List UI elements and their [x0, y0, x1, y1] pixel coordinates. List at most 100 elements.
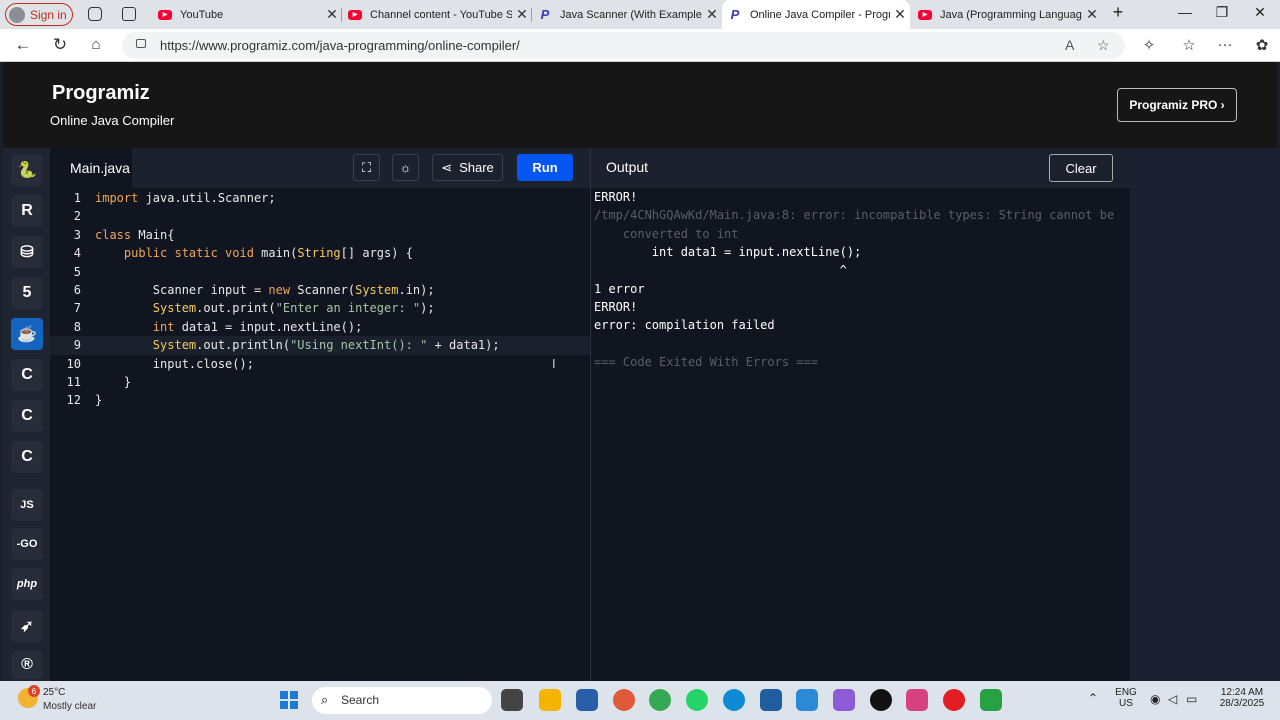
weather-badge: 6: [28, 685, 40, 697]
rust-icon[interactable]: ®: [11, 651, 43, 679]
search-label: Search: [341, 693, 380, 707]
start-button[interactable]: [280, 691, 298, 709]
minimize-icon[interactable]: —: [1170, 4, 1200, 20]
clock[interactable]: 12:24 AM 28/3/2025: [1212, 687, 1272, 709]
chrome-icon[interactable]: [649, 689, 671, 711]
volume-icon[interactable]: ◁: [1168, 692, 1177, 706]
php-icon[interactable]: php: [11, 568, 43, 600]
code-line: 1 import java.util.Scanner;: [73, 191, 276, 205]
tray-chevron-icon[interactable]: ⌃: [1088, 691, 1098, 705]
whatsapp-icon[interactable]: [686, 689, 708, 711]
taskbar-search[interactable]: ⌕ Search: [312, 687, 492, 714]
refresh-icon[interactable]: ↻: [48, 35, 72, 55]
c-icon[interactable]: C: [11, 359, 43, 391]
language-sidebar: 🐍 R ⛁ 5 ☕ C C C JS -GO php ➶ ®: [3, 148, 50, 681]
sign-in-button[interactable]: Sign in: [5, 3, 73, 26]
tab-actions-icon[interactable]: [122, 7, 136, 21]
code-line: 5: [73, 264, 81, 279]
close-tab-icon[interactable]: ✕: [512, 6, 532, 23]
extensions-icon[interactable]: ✧: [1138, 36, 1160, 54]
task-view-icon[interactable]: [501, 689, 523, 711]
tab-online-java-compiler[interactable]: P Online Java Compiler - Program ✕: [722, 0, 910, 29]
profile-avatar-icon: [9, 6, 25, 23]
read-aloud-icon[interactable]: A: [1065, 37, 1074, 53]
output-header: Output Clear: [591, 148, 1131, 188]
tab-java-programming-language[interactable]: ▶ Java (Programming Language) ✕: [912, 0, 1102, 29]
fullscreen-icon[interactable]: ⛶: [353, 154, 380, 181]
language-indicator[interactable]: ENG US: [1113, 687, 1139, 709]
more-menu-icon[interactable]: ···: [1214, 36, 1236, 53]
close-tab-icon[interactable]: ✕: [322, 6, 342, 23]
programiz-logo[interactable]: Programiz: [52, 82, 150, 105]
battery-icon[interactable]: ▭: [1186, 692, 1197, 706]
js-icon[interactable]: JS: [11, 489, 43, 521]
address-bar[interactable]: https://www.programiz.com/java-programmi…: [122, 32, 1125, 59]
tab-title: Java (Programming Language): [940, 8, 1082, 21]
close-tab-icon[interactable]: ✕: [1082, 6, 1102, 23]
app-icon[interactable]: [613, 689, 635, 711]
output-line: /tmp/4CNhGQAwKd/Main.java:8: error: inco…: [594, 208, 1115, 222]
run-button[interactable]: Run: [517, 154, 573, 181]
close-tab-icon[interactable]: ✕: [702, 6, 722, 23]
programiz-pro-button[interactable]: Programiz PRO ›: [1117, 88, 1237, 122]
opera-icon[interactable]: [943, 689, 965, 711]
tab-java-scanner[interactable]: P Java Scanner (With Examples) ✕: [532, 0, 722, 29]
page-margin: [1130, 148, 1280, 681]
maximize-icon[interactable]: ❐: [1207, 4, 1237, 21]
xampp-icon[interactable]: [760, 689, 782, 711]
vscode-icon[interactable]: [796, 689, 818, 711]
favorites-icon[interactable]: ☆: [1178, 36, 1200, 54]
tab-title: YouTube: [180, 8, 224, 21]
weather-temp[interactable]: 25°C: [43, 687, 65, 698]
code-area[interactable]: 1 import java.util.Scanner; 2 3 class Main…: [50, 188, 590, 410]
code-line: 4 public static void main(String[] args)…: [73, 246, 413, 261]
java-icon[interactable]: ☕: [11, 318, 43, 350]
edge-icon[interactable]: [723, 689, 745, 711]
windows-taskbar: 6 25°C Mostly clear ⌕ Search ⌃ ENG US ◉ ◁…: [0, 681, 1280, 720]
output-line: ^: [594, 263, 847, 277]
visual-studio-icon[interactable]: [833, 689, 855, 711]
wifi-icon[interactable]: ◉: [1150, 692, 1160, 706]
code-line: 11 }: [66, 374, 132, 389]
youtube-icon: ▶: [348, 9, 362, 20]
store-icon[interactable]: [576, 689, 598, 711]
instagram-icon[interactable]: [906, 689, 928, 711]
favorite-star-icon[interactable]: ☆: [1097, 37, 1110, 54]
theme-toggle-icon[interactable]: ☼: [392, 154, 419, 181]
output-panel: Output Clear ERROR! /tmp/4CNhGQAwKd/Main…: [590, 148, 1131, 681]
share-button[interactable]: ⋖ Share: [432, 154, 503, 181]
python-icon[interactable]: 🐍: [11, 154, 43, 186]
tab-channel-content[interactable]: ▶ Channel content - YouTube Stu ✕: [342, 0, 532, 29]
sign-in-label: Sign in: [30, 7, 67, 22]
new-tab-icon[interactable]: +: [1103, 2, 1133, 23]
home-icon[interactable]: ⌂: [84, 36, 108, 53]
swift-icon[interactable]: ➶: [11, 610, 43, 642]
tab-main-java[interactable]: Main.java: [50, 148, 132, 188]
programiz-icon: P: [540, 7, 550, 22]
output-line: === Code Exited With Errors ===: [594, 355, 818, 369]
cpp-icon[interactable]: C: [11, 400, 43, 432]
workspaces-icon[interactable]: [88, 7, 102, 21]
close-window-icon[interactable]: ✕: [1245, 4, 1275, 21]
go-icon[interactable]: -GO: [11, 528, 43, 560]
weather-desc[interactable]: Mostly clear: [43, 701, 96, 712]
code-line: 3 class Main{: [73, 227, 175, 242]
excel-icon[interactable]: [980, 689, 1002, 711]
page-subtitle: Online Java Compiler: [50, 113, 175, 128]
back-icon[interactable]: ←: [11, 35, 35, 55]
r-icon[interactable]: R: [11, 195, 43, 227]
html-icon[interactable]: 5: [11, 277, 43, 309]
sql-icon[interactable]: ⛁: [11, 236, 43, 268]
tab-youtube[interactable]: ▶ YouTube ✕: [152, 0, 342, 29]
copilot-icon[interactable]: ✿: [1251, 36, 1273, 54]
clear-button[interactable]: Clear: [1049, 154, 1113, 182]
tab-title: Online Java Compiler - Program: [750, 8, 890, 21]
csharp-icon[interactable]: C: [11, 441, 43, 473]
file-explorer-icon[interactable]: [539, 689, 561, 711]
tiktok-icon[interactable]: [870, 689, 892, 711]
programiz-icon: P: [730, 7, 740, 22]
url-text: https://www.programiz.com/java-programmi…: [160, 38, 520, 53]
close-tab-icon[interactable]: ✕: [890, 6, 910, 23]
text-cursor-icon: I: [552, 356, 556, 371]
code-line: 12}: [66, 393, 103, 408]
